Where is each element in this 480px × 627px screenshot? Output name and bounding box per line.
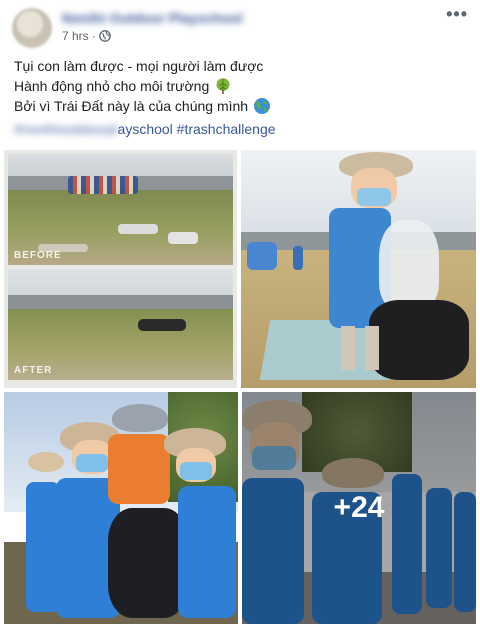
photo-child-collecting-trash[interactable] [241, 150, 476, 388]
after-photo: AFTER [8, 269, 233, 380]
earth-globe-icon [254, 98, 271, 114]
facebook-post: Nonihi Outdoor Playschool 7 hrs · ••• Tụ… [0, 0, 480, 627]
photo-group-children[interactable] [4, 392, 238, 624]
more-options-icon[interactable]: ••• [446, 4, 468, 25]
globe-icon[interactable] [98, 30, 111, 42]
hashtags: #nonihioutdoorplayschool #trashchallenge [14, 119, 276, 139]
post-text-line-1: Tụi con làm được - mọi người làm được [14, 58, 264, 74]
post-time[interactable]: 7 hrs [62, 29, 89, 43]
hashtag-link-blurred[interactable]: #nonihioutdoorpl [14, 121, 118, 137]
page-name-link[interactable]: Nonihi Outdoor Playschool [62, 10, 242, 26]
hashtag-link[interactable]: ayschool #trashchallenge [118, 121, 276, 137]
post-text: Tụi con làm được - mọi người làm được Hà… [14, 56, 271, 116]
page-avatar[interactable] [12, 8, 52, 48]
photo-children-line[interactable]: +24 [242, 392, 476, 624]
tree-emoji-icon [216, 78, 230, 94]
photo-grid: BEFORE AFTER +24 [0, 146, 480, 627]
more-photos-overlay[interactable]: +24 [242, 392, 476, 624]
before-label: BEFORE [14, 250, 62, 261]
post-text-line-2: Hành động nhỏ cho môi trường [14, 76, 271, 96]
after-label: AFTER [14, 365, 53, 376]
post-text-line-3: Bởi vì Trái Đất này là của chúng mình [14, 96, 271, 116]
more-photos-count: +24 [333, 491, 385, 524]
before-photo: BEFORE [8, 154, 233, 265]
photo-before-after[interactable]: BEFORE AFTER [4, 150, 237, 388]
post-meta: 7 hrs · [62, 29, 111, 43]
